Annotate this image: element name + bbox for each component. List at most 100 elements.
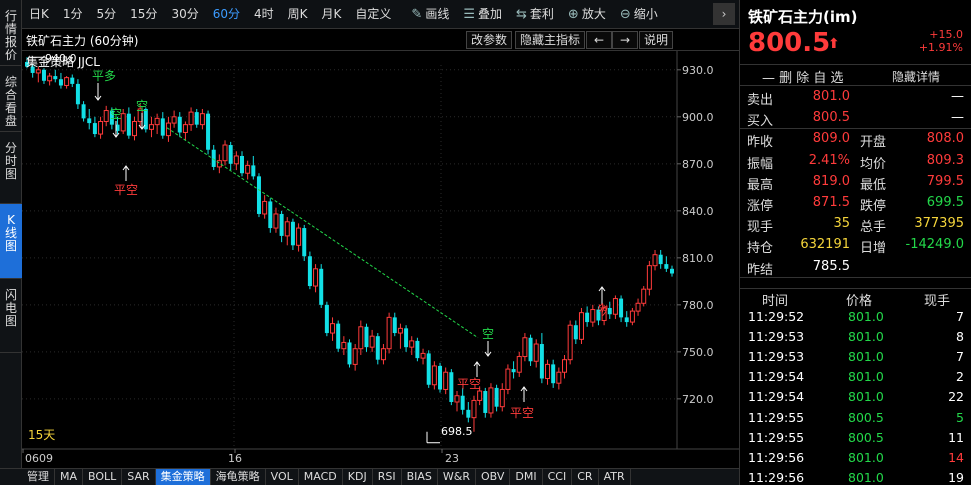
candle-up	[313, 268, 319, 287]
indicator-tab-3[interactable]: SAR	[122, 469, 156, 485]
period-5[interactable]: 60分	[206, 0, 247, 29]
toolbar: 日K 1分 5分 15分 30分 60分 4时 周K 月K 自定义 ✎ 画线 ☰ 叠加 ⇆ 套利 ⊕ 放大 ⊖ 缩小 ›	[22, 0, 739, 29]
candle-up	[132, 121, 137, 137]
quote-value: 800.5	[812, 110, 850, 126]
period-7[interactable]: 周K	[281, 0, 315, 29]
candle-down	[511, 369, 516, 373]
candle-down	[206, 113, 211, 150]
help-button[interactable]: 说明	[639, 31, 674, 49]
signal-close-short: 平空	[114, 183, 138, 197]
period-2[interactable]: 5分	[90, 0, 124, 29]
tool-stack[interactable]: ☰ 叠加	[456, 0, 509, 29]
trade-row: 11:29:55 800.5 5	[740, 408, 971, 428]
period-1[interactable]: 1分	[56, 0, 90, 29]
indicator-tab-2[interactable]: BOLL	[83, 469, 123, 485]
candle-down	[670, 268, 674, 274]
scroll-right-icon[interactable]: →	[612, 31, 638, 49]
left-tab-4[interactable]: 闪电图	[0, 279, 22, 353]
candle-down	[41, 69, 46, 81]
quote-row: 买入 800.5 —	[740, 108, 971, 129]
indicator-tab-5[interactable]: 海龟策略	[211, 469, 266, 485]
candle-up	[443, 371, 449, 390]
quote-label: 日增	[860, 241, 887, 257]
left-tab-1[interactable]: 综合看盘	[0, 66, 22, 132]
hide-indicator-button[interactable]: 隐藏主指标	[515, 31, 586, 49]
candle-up	[522, 337, 528, 358]
trade-time: 11:29:55	[748, 409, 805, 425]
y-tick-label: 840.0	[682, 205, 714, 218]
left-tab-2[interactable]: 分时图	[0, 132, 22, 204]
indicator-tab-10[interactable]: BIAS	[402, 469, 438, 485]
indicator-tab-8[interactable]: KDJ	[343, 469, 373, 485]
indicator-tab-4[interactable]: 集金策略	[155, 469, 211, 485]
period-label: 15天	[28, 428, 55, 442]
period-8[interactable]: 月K	[315, 0, 349, 29]
trade-volume: 8	[956, 329, 964, 345]
tool-zoom-in[interactable]: ⊕ 放大	[561, 0, 613, 29]
quote-row: 现手 35 总手 377395	[740, 214, 971, 235]
candle-down	[92, 123, 97, 135]
candle-down	[539, 344, 544, 379]
scroll-left-icon[interactable]: ←	[586, 31, 612, 49]
next-icon[interactable]: ›	[713, 3, 735, 25]
trade-volume: 7	[956, 349, 964, 365]
indicator-tab-13[interactable]: DMI	[510, 469, 543, 485]
quote-row: 最高 819.0 最低 799.5	[740, 172, 971, 193]
quote-value: 632191	[800, 237, 850, 253]
candle-up	[154, 117, 160, 126]
indicator-tab-14[interactable]: CCI	[543, 469, 573, 485]
period-6[interactable]: 4时	[247, 0, 281, 29]
candle-down	[256, 176, 261, 214]
tool-zoom-out[interactable]: ⊖ 缩小	[613, 0, 665, 29]
trade-volume: 7	[956, 309, 964, 324]
quote-value: —	[951, 110, 964, 126]
indicator-tab-1[interactable]: MA	[55, 469, 84, 485]
strategy-label: 集金策略 JJCL	[26, 55, 100, 69]
remove-watchlist-button[interactable]: — 删 除 自 选	[762, 67, 844, 86]
candle-down	[573, 325, 578, 340]
candle-down	[551, 364, 556, 384]
tool-pencil[interactable]: ✎ 画线	[404, 0, 456, 29]
candle-down	[658, 254, 663, 265]
chart-area[interactable]: 930.0 900.0 870.0 840.0 810.0 780.0 750.0 720.0…	[22, 29, 739, 468]
candle-down	[347, 342, 352, 365]
period-0[interactable]: 日K	[22, 0, 56, 29]
indicator-tab-15[interactable]: CR	[572, 469, 599, 485]
indicator-tab-16[interactable]: ATR	[599, 469, 631, 485]
indicator-tab-12[interactable]: OBV	[476, 469, 511, 485]
x-tick-label: 16	[228, 452, 242, 465]
quote-value: —	[951, 89, 964, 104]
indicator-tab-6[interactable]: VOL	[266, 469, 299, 485]
indicator-tab-9[interactable]: RSI	[373, 469, 402, 485]
quote-value: 699.5	[926, 195, 964, 210]
candle-up	[182, 124, 188, 133]
indicator-tab-0[interactable]: 管理	[22, 469, 55, 485]
divider	[740, 276, 971, 278]
trade-price: 801.0	[848, 469, 884, 485]
candle-up	[471, 399, 477, 419]
change-params-button[interactable]: 改参数	[466, 31, 513, 49]
candle-up	[397, 327, 403, 334]
left-tab-0[interactable]: 行情报价	[0, 0, 22, 66]
left-tabs: 行情报价综合看盘分时图K线图闪电图	[0, 0, 22, 468]
quote-label: 卖出	[747, 93, 774, 108]
tool-arbitrage[interactable]: ⇆ 套利	[509, 0, 561, 29]
candle-down	[228, 145, 233, 164]
quote-value: 871.5	[812, 195, 850, 210]
x-tick-label: 0609	[25, 452, 53, 465]
indicator-tab-11[interactable]: W&R	[438, 469, 476, 485]
candle-up	[358, 326, 364, 350]
period-9[interactable]: 自定义	[348, 0, 398, 29]
signal-short: 空	[110, 107, 122, 121]
quote-label: 涨停	[747, 199, 774, 214]
candle-up	[629, 310, 635, 323]
indicator-tab-7[interactable]: MACD	[299, 469, 343, 485]
quote-value: 2.41%	[808, 152, 850, 168]
period-3[interactable]: 15分	[123, 0, 164, 29]
hide-details-button[interactable]: 隐藏详情	[892, 68, 940, 85]
period-4[interactable]: 30分	[164, 0, 205, 29]
trade-price: 800.5	[848, 409, 884, 425]
kline-chart[interactable]: 930.0 900.0 870.0 840.0 810.0 780.0 750.0 720.0…	[22, 29, 739, 468]
quote-value: 799.5	[926, 173, 964, 189]
left-tab-3[interactable]: K线图	[0, 204, 22, 279]
